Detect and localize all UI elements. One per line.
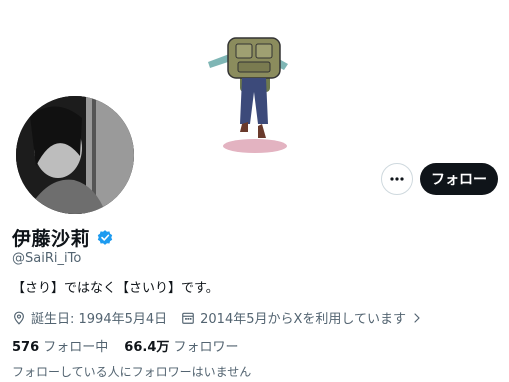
joined-item[interactable]: 2014年5月からXを利用しています <box>181 308 423 327</box>
followed-by-note: フォローしている人にフォロワーはいません <box>12 365 252 379</box>
profile-meta: 誕生日: 1994年5月4日 2014年5月からXを利用しています <box>12 308 437 327</box>
followers-label: フォロワー <box>173 340 239 355</box>
banner-illustration <box>208 37 288 153</box>
following-count: 576 <box>12 340 40 355</box>
more-options-button[interactable] <box>381 163 413 195</box>
profile-stats: 576 フォロー中 66.4万 フォロワー <box>12 336 239 355</box>
birthday-text: 誕生日: 1994年5月4日 <box>31 312 168 327</box>
avatar-photo <box>16 96 134 214</box>
joined-text[interactable]: 2014年5月からXを利用しています <box>200 308 406 327</box>
verified-badge-icon[interactable] <box>96 229 114 247</box>
more-dots-icon <box>390 177 404 181</box>
followers-count: 66.4万 <box>124 340 170 355</box>
profile-handle: @SaiRi_iTo <box>12 251 82 266</box>
following-label: フォロー中 <box>43 340 109 355</box>
birthday-item: 誕生日: 1994年5月4日 <box>12 308 167 327</box>
profile-bio: 【さり】ではなく【さいり】です。 <box>12 281 219 296</box>
profile-name-row: 伊藤沙莉 <box>12 224 114 251</box>
calendar-icon <box>182 312 194 324</box>
display-name: 伊藤沙莉 <box>12 228 91 250</box>
following-link[interactable]: 576 フォロー中 <box>12 336 108 355</box>
profile-avatar[interactable] <box>12 92 138 218</box>
location-pin-icon <box>14 311 24 325</box>
followers-link[interactable]: 66.4万 フォロワー <box>124 336 238 355</box>
chevron-right-icon[interactable] <box>411 312 423 324</box>
follow-button[interactable]: フォロー <box>420 163 498 195</box>
